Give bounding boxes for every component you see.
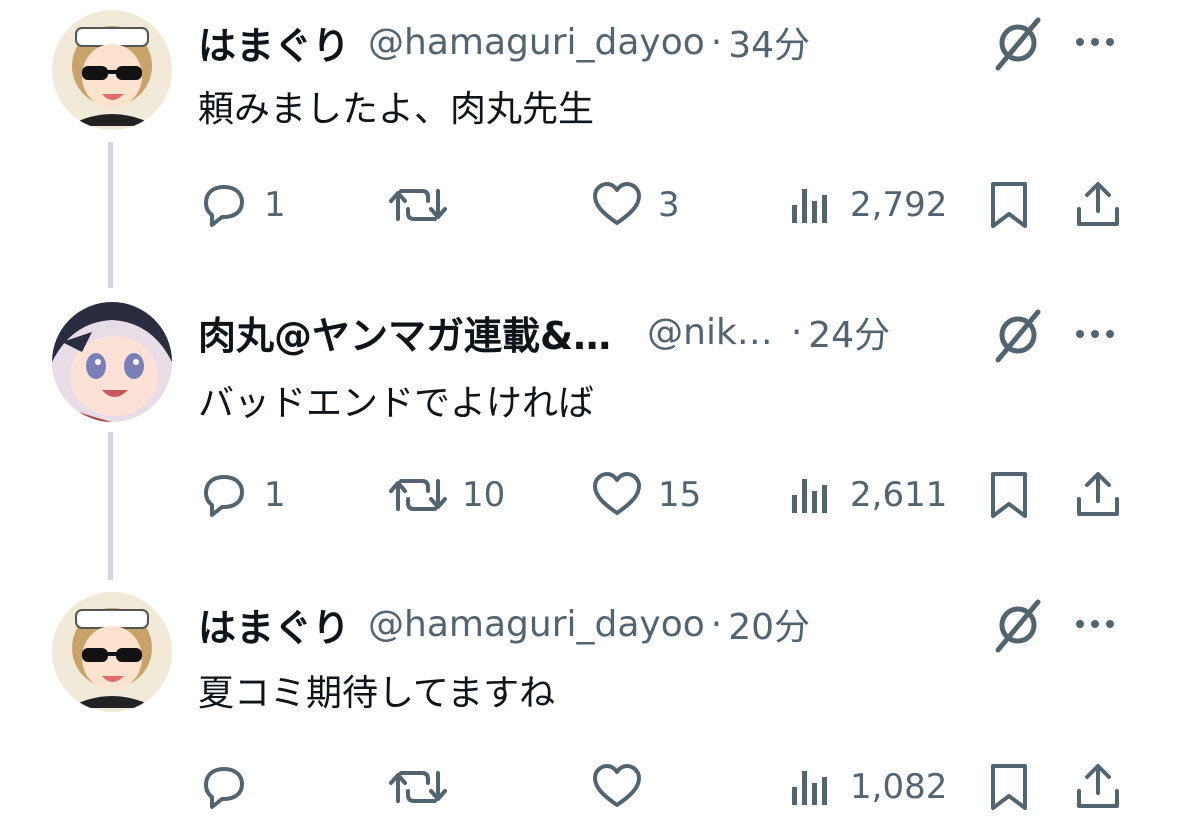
display-name[interactable]: はまぐり	[198, 15, 350, 70]
heart-icon	[593, 472, 641, 515]
retweet-count: 10	[462, 475, 506, 515]
view-count: 2,611	[850, 475, 948, 515]
tweet[interactable]: 肉丸@ヤンマガ連載&… @nik… · 24分 バッドエンドでよければ 1 10…	[0, 290, 1179, 580]
tweet-actions: 1 10 15 2,611	[0, 460, 1179, 530]
analytics-bars-icon	[792, 189, 827, 223]
share-button[interactable]	[1072, 170, 1124, 240]
reply-button[interactable]	[198, 752, 264, 822]
heart-icon	[593, 764, 641, 807]
retweet-button[interactable]	[388, 170, 462, 240]
grok-slash-icon[interactable]	[990, 12, 1050, 72]
retweet-icon	[389, 479, 447, 511]
like-count: 15	[658, 475, 702, 515]
share-upload-icon	[1077, 182, 1119, 226]
bookmark-button[interactable]	[984, 752, 1034, 822]
avatar[interactable]	[52, 302, 172, 422]
reply-button[interactable]: 1	[198, 170, 286, 240]
user-handle[interactable]: @hamaguri_dayoo	[368, 604, 705, 645]
analytics-bars-icon	[792, 479, 827, 513]
separator-dot: ·	[710, 603, 723, 645]
retweet-icon	[389, 189, 447, 221]
tweet-text: バッドエンドでよければ	[198, 383, 595, 424]
tweet-header: はまぐり @hamaguri_dayoo · 34分	[198, 12, 810, 72]
retweet-icon	[389, 771, 447, 803]
more-dots-icon[interactable]	[1070, 304, 1120, 364]
timestamp[interactable]: 24分	[808, 306, 890, 358]
bookmark-button[interactable]	[984, 170, 1034, 240]
separator-dot: ·	[790, 311, 803, 353]
bookmark-button[interactable]	[984, 460, 1034, 530]
more-dots-icon[interactable]	[1070, 594, 1120, 654]
reply-bubble-icon	[204, 185, 244, 227]
timestamp[interactable]: 34分	[728, 16, 810, 68]
avatar[interactable]	[52, 592, 172, 712]
retweet-button[interactable]: 10	[388, 460, 505, 530]
share-upload-icon	[1077, 472, 1119, 516]
share-button[interactable]	[1072, 460, 1124, 530]
views-button[interactable]: 2,792	[788, 170, 947, 240]
view-count: 2,792	[850, 185, 948, 225]
tweet[interactable]: はまぐり @hamaguri_dayoo · 20分 夏コミ期待してますね 1,…	[0, 580, 1179, 824]
like-button[interactable]: 3	[590, 170, 680, 240]
analytics-bars-icon	[792, 771, 827, 805]
avatar[interactable]	[52, 10, 172, 130]
heart-icon	[593, 182, 641, 225]
more-dots-icon[interactable]	[1070, 12, 1120, 72]
retweet-button[interactable]	[388, 752, 462, 822]
user-handle[interactable]: @hamaguri_dayoo	[368, 22, 705, 63]
like-button[interactable]: 15	[590, 460, 701, 530]
bookmark-icon	[991, 764, 1027, 810]
tweet-header: はまぐり @hamaguri_dayoo · 20分	[198, 594, 810, 654]
view-count: 1,082	[850, 767, 948, 807]
tweet-actions: 1,082	[0, 752, 1179, 822]
display-name[interactable]: 肉丸@ヤンマガ連載&…	[198, 305, 611, 360]
display-name[interactable]: はまぐり	[198, 597, 350, 652]
reply-bubble-icon	[204, 475, 244, 517]
tweet-actions: 1 3 2,792	[0, 170, 1179, 240]
grok-slash-icon[interactable]	[990, 304, 1050, 364]
tweet[interactable]: はまぐり @hamaguri_dayoo · 34分 頼みましたよ、肉丸先生 1…	[0, 0, 1179, 290]
grok-slash-icon[interactable]	[990, 594, 1050, 654]
like-count: 3	[658, 185, 680, 225]
separator-dot: ·	[710, 21, 723, 63]
reply-button[interactable]: 1	[198, 460, 286, 530]
tweet-header: 肉丸@ヤンマガ連載&… @nik… · 24分	[198, 302, 890, 362]
bookmark-icon	[991, 472, 1027, 518]
like-button[interactable]	[590, 752, 658, 822]
timestamp[interactable]: 20分	[728, 598, 810, 650]
bookmark-icon	[991, 182, 1027, 228]
user-handle[interactable]: @nik…	[647, 312, 773, 353]
views-button[interactable]: 2,611	[788, 460, 947, 530]
share-upload-icon	[1077, 764, 1119, 808]
reply-count: 1	[264, 475, 286, 515]
reply-count: 1	[264, 185, 286, 225]
tweet-text: 頼みましたよ、肉丸先生	[198, 89, 595, 130]
share-button[interactable]	[1072, 752, 1124, 822]
reply-bubble-icon	[204, 767, 244, 809]
tweet-text: 夏コミ期待してますね	[198, 673, 556, 714]
views-button[interactable]: 1,082	[788, 752, 947, 822]
